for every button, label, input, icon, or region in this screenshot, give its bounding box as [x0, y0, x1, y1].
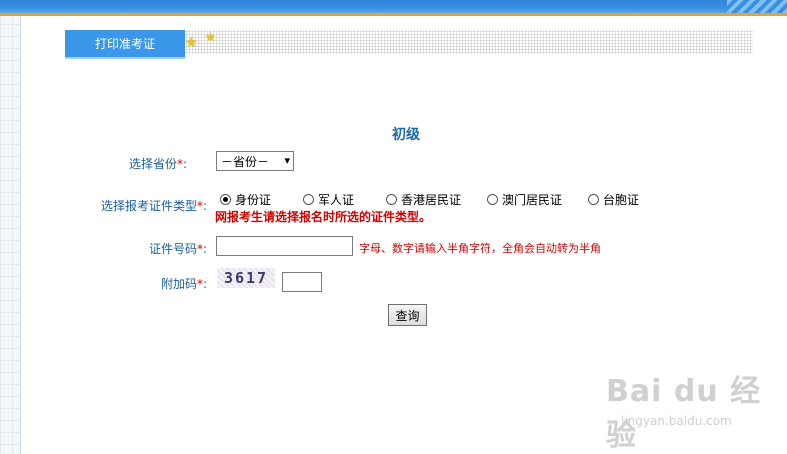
radio-indicator[interactable] — [386, 194, 397, 205]
province-select[interactable]: －省份－ ▾ — [216, 151, 294, 171]
baidu-watermark-url: jingyan.baidu.com — [621, 414, 732, 428]
radio-label: 台胞证 — [603, 193, 640, 207]
radio-label: 香港居民证 — [401, 193, 462, 207]
radio-label: 澳门居民证 — [502, 193, 563, 207]
province-label: 选择省份*: — [129, 157, 188, 171]
query-button[interactable]: 查询 — [388, 304, 427, 326]
radio-indicator[interactable] — [588, 194, 599, 205]
radio-macau-card[interactable]: 澳门居民证 — [487, 191, 562, 208]
radio-label: 身份证 — [235, 193, 272, 207]
chevron-down-icon: ▾ — [284, 154, 290, 167]
form-title: 初级 — [392, 127, 420, 143]
radio-taiwan-card[interactable]: 台胞证 — [588, 191, 639, 208]
baidu-watermark: Bai du 经验 — [606, 374, 762, 453]
star-icon: ★ — [185, 35, 198, 51]
captcha-image[interactable]: 3617 — [217, 268, 275, 288]
radio-id-card[interactable]: 身份证 — [220, 191, 271, 208]
province-selected-value: －省份－ — [221, 154, 270, 169]
id-type-label: 选择报考证件类型*: — [101, 199, 208, 213]
radio-indicator[interactable] — [220, 194, 231, 205]
captcha-input[interactable] — [282, 272, 322, 292]
tab-label: 打印准考证 — [94, 37, 155, 51]
radio-military-card[interactable]: 军人证 — [303, 191, 354, 208]
top-banner — [0, 0, 787, 13]
captcha-label: 附加码*: — [161, 277, 208, 291]
radio-indicator[interactable] — [303, 194, 314, 205]
id-type-warning: 网报考生请选择报名时所选的证件类型。 — [215, 210, 432, 224]
content-panel: 打印准考证 ★ ★ 初级 选择省份*: －省份－ ▾ 选择报考证件类型*: 身份… — [20, 16, 787, 454]
radio-indicator[interactable] — [487, 194, 498, 205]
id-number-input[interactable] — [216, 236, 353, 256]
star-icon: ★ — [205, 30, 216, 44]
radio-label: 军人证 — [318, 193, 355, 207]
radio-hongkong-card[interactable]: 香港居民证 — [386, 191, 461, 208]
id-number-hint: 字母、数字请输入半角字符，全角会自动转为半角 — [359, 242, 601, 255]
tab-print-admission-ticket[interactable]: 打印准考证 — [65, 30, 185, 57]
id-number-label: 证件号码*: — [149, 242, 208, 256]
